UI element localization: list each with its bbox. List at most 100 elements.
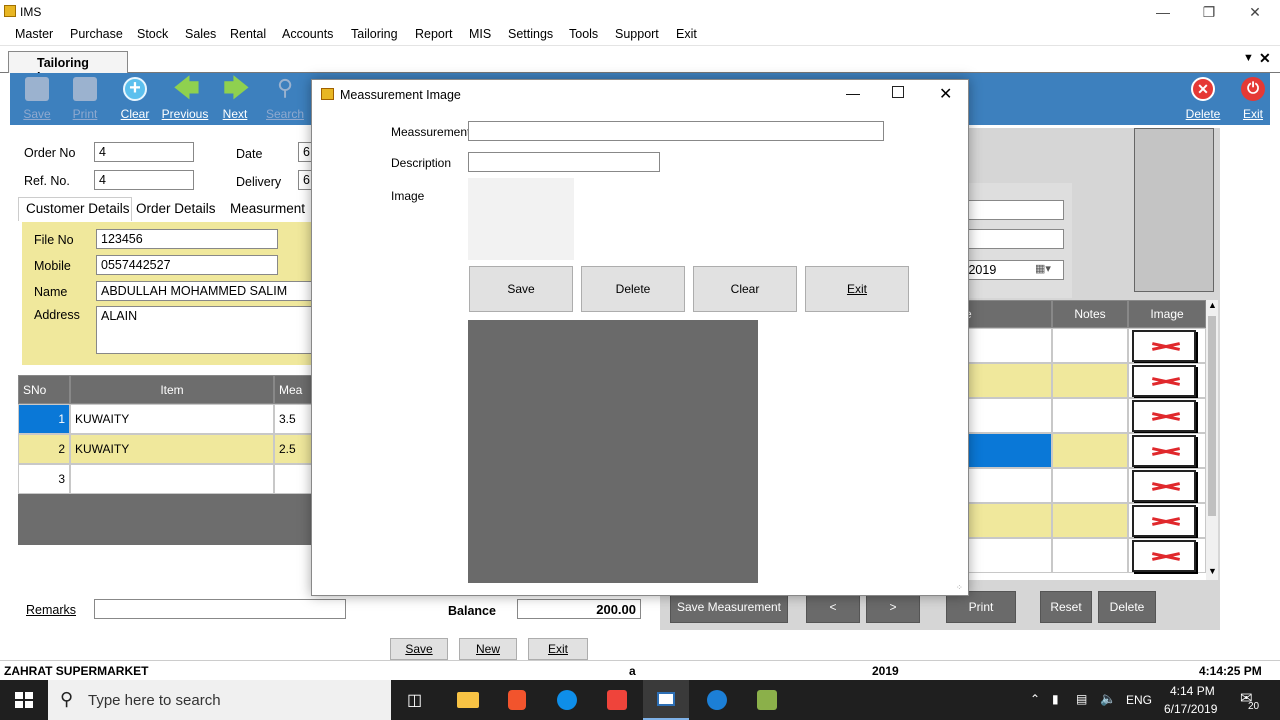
grid-cell-e[interactable] — [960, 363, 1052, 398]
grid-cell-notes[interactable] — [1052, 538, 1128, 573]
measurement-field-1[interactable] — [960, 200, 1064, 220]
delete-toolbar-button[interactable]: ✕ Delete — [1178, 73, 1228, 125]
mobile-field[interactable]: 0557442527 — [96, 255, 278, 275]
dialog-delete-button[interactable]: Delete — [581, 266, 685, 312]
menu-report[interactable]: Report — [415, 27, 453, 41]
scroll-down-icon[interactable]: ▼ — [1208, 566, 1217, 576]
tab-order-details[interactable]: Order Details — [136, 201, 216, 216]
menu-support[interactable]: Support — [615, 27, 659, 41]
menu-stock[interactable]: Stock — [137, 27, 168, 41]
ims-app-taskbar-icon[interactable] — [643, 680, 689, 720]
menu-tools[interactable]: Tools — [569, 27, 598, 41]
clock-date[interactable]: 6/17/2019 — [1164, 702, 1217, 716]
previous-toolbar-button[interactable]: 🡄 Previous — [160, 73, 210, 125]
order-no-field[interactable]: 4 — [94, 142, 194, 162]
missing-image-icon[interactable] — [1132, 330, 1196, 362]
measurement-name-field[interactable] — [468, 121, 884, 141]
row1-item[interactable]: KUWAITY — [70, 404, 274, 434]
tab-dropdown-icon[interactable]: ▼ — [1243, 52, 1254, 64]
menu-master[interactable]: Master — [15, 27, 53, 41]
exit-button[interactable]: Exit — [528, 638, 588, 660]
grid-cell-notes[interactable] — [1052, 468, 1128, 503]
row3-sno[interactable]: 3 — [18, 464, 70, 494]
menu-purchase[interactable]: Purchase — [70, 27, 123, 41]
dialog-maximize-icon[interactable] — [892, 86, 904, 98]
grid-cell-e[interactable] — [960, 503, 1052, 538]
task-view-icon[interactable]: ◫ — [407, 690, 422, 710]
grid-cell-e[interactable] — [960, 538, 1052, 573]
menu-sales[interactable]: Sales — [185, 27, 216, 41]
grid-cell-e[interactable] — [960, 468, 1052, 503]
missing-image-icon[interactable] — [1132, 435, 1196, 467]
minimize-icon[interactable]: — — [1140, 0, 1186, 24]
file-no-field[interactable]: 123456 — [96, 229, 278, 249]
remarks-field[interactable] — [94, 599, 346, 619]
clock-time[interactable]: 4:14 PM — [1170, 684, 1215, 698]
tray-chevron-icon[interactable]: ⌃ — [1030, 692, 1040, 706]
menu-settings[interactable]: Settings — [508, 27, 553, 41]
description-field[interactable] — [468, 152, 660, 172]
grid-cell-image[interactable] — [1128, 328, 1206, 363]
battery-icon[interactable]: ▮ — [1052, 692, 1059, 706]
grid-cell-e[interactable] — [960, 433, 1052, 468]
restore-icon[interactable]: ❐ — [1186, 0, 1232, 24]
grid-cell-e[interactable] — [960, 328, 1052, 363]
grid-cell-image[interactable] — [1128, 538, 1206, 573]
row2-sno[interactable]: 2 — [18, 434, 70, 464]
row1-sno[interactable]: 1 — [18, 404, 70, 434]
volume-icon[interactable]: 🔈 — [1100, 691, 1116, 707]
network-icon[interactable]: ▤ — [1076, 692, 1087, 706]
dialog-exit-button[interactable]: Exit — [805, 266, 909, 312]
name-field[interactable]: ABDULLAH MOHAMMED SALIM — [96, 281, 314, 301]
print-toolbar-button[interactable]: Print — [60, 73, 110, 125]
missing-image-icon[interactable] — [1132, 505, 1196, 537]
brave-browser-icon[interactable] — [508, 690, 526, 710]
dialog-clear-button[interactable]: Clear — [693, 266, 797, 312]
menu-accounts[interactable]: Accounts — [282, 27, 333, 41]
grid-cell-image[interactable] — [1128, 363, 1206, 398]
inventory-app-icon[interactable] — [757, 690, 777, 710]
address-field[interactable]: ALAIN — [96, 306, 314, 354]
new-button[interactable]: New — [459, 638, 517, 660]
missing-image-icon[interactable] — [1132, 470, 1196, 502]
image-thumbnail[interactable] — [468, 178, 574, 260]
measurement-field-2[interactable] — [960, 229, 1064, 249]
grid-cell-notes[interactable] — [1052, 433, 1128, 468]
missing-image-icon[interactable] — [1132, 400, 1196, 432]
search-toolbar-button[interactable]: ⚲ Search — [260, 73, 310, 125]
save-toolbar-button[interactable]: Save — [12, 73, 62, 125]
grid-cell-e[interactable] — [960, 398, 1052, 433]
missing-image-icon[interactable] — [1132, 540, 1196, 572]
file-explorer-icon[interactable] — [457, 692, 479, 708]
dialog-save-button[interactable]: Save — [469, 266, 573, 312]
calendar-dropdown-icon[interactable]: ▦▾ — [1035, 262, 1051, 275]
teamviewer-icon[interactable] — [557, 690, 577, 710]
grid-cell-notes[interactable] — [1052, 363, 1128, 398]
dialog-close-icon[interactable]: ✕ — [939, 84, 952, 104]
balance-field[interactable]: 200.00 — [517, 599, 641, 619]
dialog-minimize-icon[interactable]: — — [846, 85, 860, 101]
menu-rental[interactable]: Rental — [230, 27, 266, 41]
grid-cell-notes[interactable] — [1052, 328, 1128, 363]
grid-cell-notes[interactable] — [1052, 398, 1128, 433]
language-indicator[interactable]: ENG — [1126, 693, 1152, 707]
resize-grip-icon[interactable]: ⁘ — [956, 583, 963, 592]
missing-image-icon[interactable] — [1132, 365, 1196, 397]
delete-measurement-button[interactable]: Delete — [1098, 591, 1156, 623]
close-icon[interactable]: ✕ — [1232, 0, 1278, 24]
tab-tailoring-invoice[interactable]: Tailoring Invoce — [8, 51, 128, 84]
save-button[interactable]: Save — [390, 638, 448, 660]
scroll-up-icon[interactable]: ▲ — [1208, 300, 1217, 310]
row3-item[interactable] — [70, 464, 274, 494]
reset-button[interactable]: Reset — [1040, 591, 1092, 623]
windows-start-icon[interactable] — [15, 692, 33, 709]
edge-browser-icon[interactable] — [707, 690, 727, 710]
exit-toolbar-button[interactable]: ⏻ Exit — [1228, 73, 1278, 125]
scroll-thumb[interactable] — [1208, 316, 1216, 516]
grid-scrollbar[interactable]: ▲ ▼ — [1206, 300, 1218, 580]
taskbar-search-box[interactable]: ⚲ Type here to search — [48, 680, 391, 720]
menu-exit[interactable]: Exit — [676, 27, 697, 41]
grid-cell-image[interactable] — [1128, 433, 1206, 468]
clear-toolbar-button[interactable]: + Clear — [110, 73, 160, 125]
grid-cell-image[interactable] — [1128, 468, 1206, 503]
